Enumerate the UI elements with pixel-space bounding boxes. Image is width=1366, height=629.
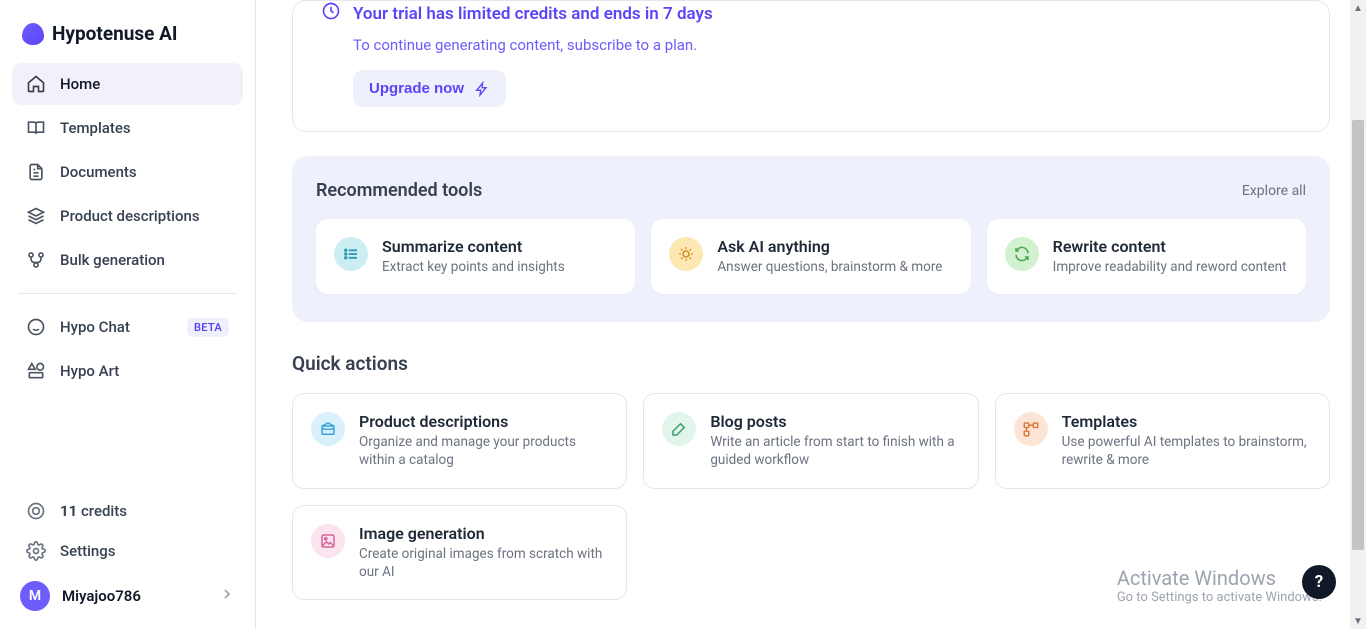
tool-title: Ask AI anything bbox=[717, 237, 942, 256]
brand-logo[interactable]: Hypotenuse AI bbox=[12, 18, 243, 63]
recommended-panel: Recommended tools Explore all Summarize … bbox=[292, 156, 1330, 322]
chevron-right-icon bbox=[219, 586, 235, 606]
trial-subtitle: To continue generating content, subscrib… bbox=[353, 36, 1301, 54]
scroll-up-arrow-icon[interactable]: ▲ bbox=[1350, 0, 1366, 16]
avatar: M bbox=[20, 581, 50, 611]
sidebar-item-settings[interactable]: Settings bbox=[12, 531, 243, 571]
sidebar-item-hypo-chat[interactable]: Hypo Chat BETA bbox=[12, 306, 243, 348]
smile-chat-icon bbox=[26, 317, 46, 337]
logo-mark-icon bbox=[22, 23, 44, 45]
windows-activation-watermark: Activate Windows Go to Settings to activ… bbox=[1117, 566, 1322, 605]
sidebar-item-label: Documents bbox=[60, 163, 229, 181]
help-button[interactable]: ? bbox=[1302, 565, 1336, 599]
tool-title: Rewrite content bbox=[1053, 237, 1287, 256]
credits-row[interactable]: 11 credits bbox=[12, 491, 243, 531]
tool-desc: Extract key points and insights bbox=[382, 258, 565, 276]
credits-text: 11 credits bbox=[60, 502, 127, 520]
beta-badge: BETA bbox=[187, 318, 229, 337]
image-icon bbox=[311, 524, 345, 558]
quick-card-desc: Organize and manage your products within… bbox=[359, 433, 608, 469]
scroll-down-arrow-icon[interactable]: ▼ bbox=[1350, 613, 1366, 629]
book-open-icon bbox=[26, 118, 46, 138]
settings-label: Settings bbox=[60, 542, 116, 560]
quick-actions-title: Quick actions bbox=[292, 352, 1330, 375]
user-menu[interactable]: M Miyajoo786 bbox=[12, 571, 243, 615]
sidebar-item-home[interactable]: Home bbox=[12, 63, 243, 105]
sidebar-item-bulk-generation[interactable]: Bulk generation bbox=[12, 239, 243, 281]
sidebar: Hypotenuse AI Home Templates Documents bbox=[0, 0, 256, 629]
scroll-thumb[interactable] bbox=[1352, 120, 1364, 550]
upgrade-label: Upgrade now bbox=[369, 80, 464, 97]
credits-label: credits bbox=[81, 502, 127, 520]
box-icon bbox=[311, 412, 345, 446]
sidebar-item-hypo-art[interactable]: Hypo Art bbox=[12, 350, 243, 392]
sidebar-item-documents[interactable]: Documents bbox=[12, 151, 243, 193]
tool-card-rewrite[interactable]: Rewrite content Improve readability and … bbox=[987, 219, 1306, 294]
quick-card-image-generation[interactable]: Image generation Create original images … bbox=[292, 505, 627, 600]
sidebar-item-label: Hypo Art bbox=[60, 362, 229, 380]
recommended-title: Recommended tools bbox=[316, 180, 482, 201]
layers-icon bbox=[26, 206, 46, 226]
quick-actions-section: Quick actions Product descriptions Organ… bbox=[292, 352, 1330, 600]
tool-card-ask-ai[interactable]: Ask AI anything Answer questions, brains… bbox=[651, 219, 970, 294]
primary-nav: Home Templates Documents Product descrip… bbox=[12, 63, 243, 281]
workflow-icon bbox=[1014, 412, 1048, 446]
credits-number: 11 bbox=[60, 502, 77, 520]
sidebar-item-label: Home bbox=[60, 75, 229, 93]
vertical-scrollbar[interactable]: ▲ ▼ bbox=[1350, 0, 1366, 629]
git-merge-icon bbox=[26, 250, 46, 270]
secondary-nav: Hypo Chat BETA Hypo Art bbox=[12, 306, 243, 392]
list-icon bbox=[334, 237, 368, 271]
coin-icon bbox=[26, 501, 46, 521]
quick-card-title: Product descriptions bbox=[359, 412, 608, 431]
user-name: Miyajoo786 bbox=[62, 587, 207, 605]
explore-all-link[interactable]: Explore all bbox=[1242, 183, 1306, 199]
tool-title: Summarize content bbox=[382, 237, 565, 256]
sidebar-item-product-descriptions[interactable]: Product descriptions bbox=[12, 195, 243, 237]
sidebar-item-label: Templates bbox=[60, 119, 229, 137]
quick-card-title: Templates bbox=[1062, 412, 1311, 431]
brand-name: Hypotenuse AI bbox=[52, 22, 177, 45]
sidebar-item-label: Hypo Chat bbox=[60, 318, 173, 336]
bolt-icon bbox=[474, 81, 490, 97]
trial-title: Your trial has limited credits and ends … bbox=[353, 4, 713, 24]
refresh-icon bbox=[1005, 237, 1039, 271]
activate-subtitle: Go to Settings to activate Windows. bbox=[1117, 590, 1322, 605]
quick-card-desc: Create original images from scratch with… bbox=[359, 545, 608, 581]
shapes-icon bbox=[26, 361, 46, 381]
sidebar-item-label: Product descriptions bbox=[60, 207, 229, 225]
tool-card-summarize[interactable]: Summarize content Extract key points and… bbox=[316, 219, 635, 294]
upgrade-button[interactable]: Upgrade now bbox=[353, 70, 506, 107]
quick-card-desc: Use powerful AI templates to brainstorm,… bbox=[1062, 433, 1311, 469]
tool-desc: Improve readability and reword content bbox=[1053, 258, 1287, 276]
question-mark-icon: ? bbox=[1315, 572, 1323, 592]
trial-banner: Your trial has limited credits and ends … bbox=[292, 0, 1330, 132]
file-text-icon bbox=[26, 162, 46, 182]
tool-desc: Answer questions, brainstorm & more bbox=[717, 258, 942, 276]
sidebar-divider bbox=[18, 293, 237, 294]
quick-card-blog-posts[interactable]: Blog posts Write an article from start t… bbox=[643, 393, 978, 488]
lightbulb-icon bbox=[669, 237, 703, 271]
sidebar-item-templates[interactable]: Templates bbox=[12, 107, 243, 149]
main-content: Your trial has limited credits and ends … bbox=[256, 0, 1366, 629]
clock-icon bbox=[321, 1, 341, 26]
quick-card-desc: Write an article from start to finish wi… bbox=[710, 433, 959, 469]
gear-icon bbox=[26, 541, 46, 561]
quick-card-product-descriptions[interactable]: Product descriptions Organize and manage… bbox=[292, 393, 627, 488]
quick-card-templates[interactable]: Templates Use powerful AI templates to b… bbox=[995, 393, 1330, 488]
quick-card-title: Image generation bbox=[359, 524, 608, 543]
sidebar-item-label: Bulk generation bbox=[60, 251, 229, 269]
activate-title: Activate Windows bbox=[1117, 566, 1322, 590]
home-icon bbox=[26, 74, 46, 94]
quick-card-title: Blog posts bbox=[710, 412, 959, 431]
pen-icon bbox=[662, 412, 696, 446]
